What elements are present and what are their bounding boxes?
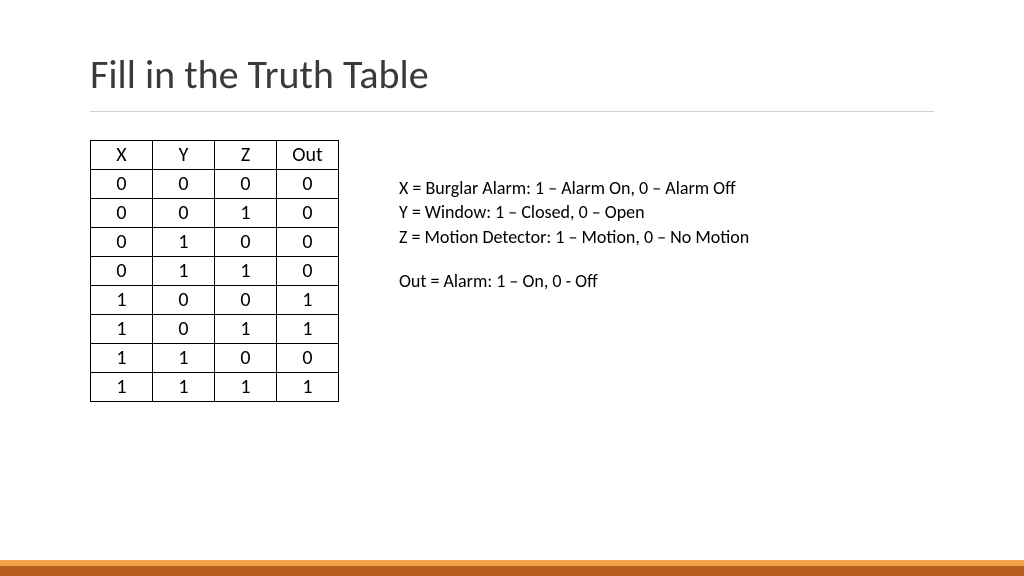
cell: 0 xyxy=(153,199,215,228)
table-row: 0 1 0 0 xyxy=(91,228,339,257)
cell: 0 xyxy=(277,170,339,199)
cell: 0 xyxy=(215,344,277,373)
table-row: 0 1 1 0 xyxy=(91,257,339,286)
cell: 0 xyxy=(277,228,339,257)
cell: 0 xyxy=(153,170,215,199)
cell: 0 xyxy=(153,286,215,315)
cell: 0 xyxy=(153,315,215,344)
cell: 1 xyxy=(153,257,215,286)
legend-line: X = Burglar Alarm: 1 – Alarm On, 0 – Ala… xyxy=(399,176,749,200)
legend: X = Burglar Alarm: 1 – Alarm On, 0 – Ala… xyxy=(399,140,749,293)
cell: 1 xyxy=(277,286,339,315)
table-row: 1 1 1 1 xyxy=(91,373,339,402)
cell: 1 xyxy=(215,257,277,286)
cell: 0 xyxy=(215,286,277,315)
cell: 0 xyxy=(277,344,339,373)
slide: Fill in the Truth Table X Y Z Out 0 0 0 … xyxy=(0,0,1024,576)
cell: 0 xyxy=(215,228,277,257)
table-row: 1 1 0 0 xyxy=(91,344,339,373)
col-header: X xyxy=(91,141,153,170)
col-header: Z xyxy=(215,141,277,170)
cell: 0 xyxy=(91,257,153,286)
table-header-row: X Y Z Out xyxy=(91,141,339,170)
cell: 1 xyxy=(277,373,339,402)
cell: 1 xyxy=(91,286,153,315)
cell: 0 xyxy=(277,199,339,228)
footer-bar-bottom xyxy=(0,566,1024,576)
title-underline xyxy=(90,111,934,112)
cell: 1 xyxy=(91,344,153,373)
cell: 1 xyxy=(153,373,215,402)
cell: 1 xyxy=(91,315,153,344)
cell: 1 xyxy=(91,373,153,402)
table-row: 0 0 1 0 xyxy=(91,199,339,228)
content-row: X Y Z Out 0 0 0 0 0 0 1 0 xyxy=(90,140,934,402)
table-row: 1 0 1 1 xyxy=(91,315,339,344)
cell: 1 xyxy=(153,228,215,257)
cell: 1 xyxy=(153,344,215,373)
cell: 0 xyxy=(91,228,153,257)
col-header: Out xyxy=(277,141,339,170)
cell: 1 xyxy=(215,373,277,402)
cell: 1 xyxy=(215,315,277,344)
cell: 1 xyxy=(215,199,277,228)
page-title: Fill in the Truth Table xyxy=(90,50,934,99)
legend-gap xyxy=(399,249,749,269)
table-row: 1 0 0 1 xyxy=(91,286,339,315)
legend-line: Out = Alarm: 1 – On, 0 - Off xyxy=(399,269,749,293)
cell: 0 xyxy=(215,170,277,199)
cell: 0 xyxy=(277,257,339,286)
cell: 1 xyxy=(277,315,339,344)
footer-accent-bar xyxy=(0,560,1024,576)
legend-line: Z = Motion Detector: 1 – Motion, 0 – No … xyxy=(399,225,749,249)
cell: 0 xyxy=(91,199,153,228)
legend-line: Y = Window: 1 – Closed, 0 – Open xyxy=(399,200,749,224)
table-row: 0 0 0 0 xyxy=(91,170,339,199)
cell: 0 xyxy=(91,170,153,199)
col-header: Y xyxy=(153,141,215,170)
truth-table: X Y Z Out 0 0 0 0 0 0 1 0 xyxy=(90,140,339,402)
